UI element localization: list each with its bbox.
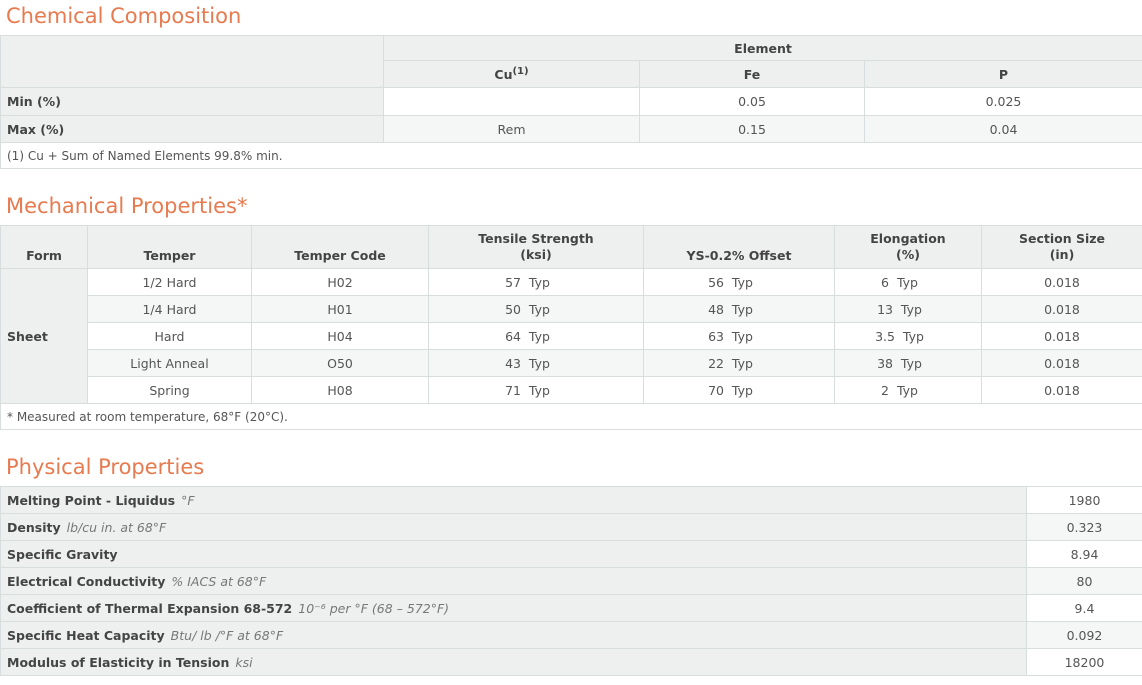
- tensile-cell: 64 Typ: [429, 323, 644, 350]
- table-row: 1/4 HardH0150 Typ48 Typ13 Typ0.018: [1, 296, 1142, 323]
- property-label: Modulus of Elasticity in Tensionksi: [1, 649, 1027, 676]
- table-row: Coefficient of Thermal Expansion 68-5721…: [1, 595, 1142, 622]
- section-size-cell: 0.018: [982, 323, 1142, 350]
- elongation-cell: 2 Typ: [835, 377, 982, 404]
- chemical-composition-table: Element Cu(1) Fe P Min (%) 0.05 0.025 Ma…: [0, 35, 1142, 169]
- temper-code-cell: H02: [252, 269, 429, 296]
- property-value: 1980: [1027, 487, 1142, 514]
- table-row: Sheet1/2 HardH0257 Typ56 Typ6 Typ0.018: [1, 269, 1142, 296]
- physical-properties-title: Physical Properties: [0, 452, 1142, 482]
- ys-cell: 48 Typ: [644, 296, 835, 323]
- temper-code-cell: O50: [252, 350, 429, 377]
- property-unit: °F: [181, 493, 194, 508]
- tensile-cell: 57 Typ: [429, 269, 644, 296]
- section-size-cell: 0.018: [982, 350, 1142, 377]
- temper-code-cell: H01: [252, 296, 429, 323]
- physical-properties-table: Melting Point - Liquidus°F1980Densitylb/…: [0, 486, 1142, 676]
- elongation-cell: 6 Typ: [835, 269, 982, 296]
- row-label-min: Min (%): [1, 88, 384, 116]
- column-header-section-size: Section Size(in): [982, 226, 1142, 269]
- mechanical-properties-table: Form Temper Temper Code Tensile Strength…: [0, 225, 1142, 430]
- table-row: Min (%) 0.05 0.025: [1, 88, 1142, 116]
- property-unit: % IACS at 68°F: [171, 574, 266, 589]
- cell-max-cu: Rem: [384, 116, 640, 143]
- table-row: Melting Point - Liquidus°F1980: [1, 487, 1142, 514]
- ys-cell: 63 Typ: [644, 323, 835, 350]
- column-header-form: Form: [1, 226, 88, 269]
- column-header-elongation: Elongation(%): [835, 226, 982, 269]
- ys-cell: 70 Typ: [644, 377, 835, 404]
- form-cell-sheet: Sheet: [1, 269, 88, 404]
- temper-cell: Hard: [88, 323, 252, 350]
- mechanical-footnote: * Measured at room temperature, 68°F (20…: [1, 404, 1142, 430]
- temper-cell: Spring: [88, 377, 252, 404]
- ys-cell: 56 Typ: [644, 269, 835, 296]
- property-label: Specific Heat CapacityBtu/ lb /°F at 68°…: [1, 622, 1027, 649]
- property-label: Coefficient of Thermal Expansion 68-5721…: [1, 595, 1027, 622]
- elongation-cell: 38 Typ: [835, 350, 982, 377]
- mechanical-properties-title: Mechanical Properties*: [0, 191, 1142, 221]
- element-header: Element: [384, 36, 1142, 61]
- table-row: HardH0464 Typ63 Typ3.5 Typ0.018: [1, 323, 1142, 350]
- column-header-tensile: Tensile Strength(ksi): [429, 226, 644, 269]
- column-header-fe: Fe: [640, 61, 865, 88]
- cell-min-fe: 0.05: [640, 88, 865, 116]
- section-size-cell: 0.018: [982, 377, 1142, 404]
- table-row: Specific Gravity8.94: [1, 541, 1142, 568]
- section-size-cell: 0.018: [982, 269, 1142, 296]
- temper-cell: 1/2 Hard: [88, 269, 252, 296]
- ys-cell: 22 Typ: [644, 350, 835, 377]
- property-label: Densitylb/cu in. at 68°F: [1, 514, 1027, 541]
- property-value: 8.94: [1027, 541, 1142, 568]
- table-row: Light AnnealO5043 Typ22 Typ38 Typ0.018: [1, 350, 1142, 377]
- table-row: SpringH0871 Typ70 Typ2 Typ0.018: [1, 377, 1142, 404]
- column-header-temper-code: Temper Code: [252, 226, 429, 269]
- property-unit: ksi: [235, 655, 252, 670]
- elongation-cell: 3.5 Typ: [835, 323, 982, 350]
- cell-min-cu: [384, 88, 640, 116]
- table-row: Specific Heat CapacityBtu/ lb /°F at 68°…: [1, 622, 1142, 649]
- property-value: 0.092: [1027, 622, 1142, 649]
- row-label-max: Max (%): [1, 116, 384, 143]
- property-value: 0.323: [1027, 514, 1142, 541]
- chemical-composition-title: Chemical Composition: [0, 1, 1142, 31]
- column-header-ys: YS-0.2% Offset: [644, 226, 835, 269]
- property-value: 9.4: [1027, 595, 1142, 622]
- elongation-cell: 13 Typ: [835, 296, 982, 323]
- tensile-cell: 71 Typ: [429, 377, 644, 404]
- property-unit: 10⁻⁶ per °F (68 – 572°F): [298, 601, 449, 616]
- cell-min-p: 0.025: [865, 88, 1142, 116]
- temper-code-cell: H04: [252, 323, 429, 350]
- column-header-temper: Temper: [88, 226, 252, 269]
- property-value: 80: [1027, 568, 1142, 595]
- cell-max-p: 0.04: [865, 116, 1142, 143]
- property-label: Specific Gravity: [1, 541, 1027, 568]
- table-row: Electrical Conductivity% IACS at 68°F80: [1, 568, 1142, 595]
- tensile-cell: 43 Typ: [429, 350, 644, 377]
- tensile-cell: 50 Typ: [429, 296, 644, 323]
- property-unit: Btu/ lb /°F at 68°F: [171, 628, 283, 643]
- property-value: 18200: [1027, 649, 1142, 676]
- cell-max-fe: 0.15: [640, 116, 865, 143]
- property-label: Melting Point - Liquidus°F: [1, 487, 1027, 514]
- table-row: Densitylb/cu in. at 68°F0.323: [1, 514, 1142, 541]
- table-row: Max (%) Rem 0.15 0.04: [1, 116, 1142, 143]
- section-size-cell: 0.018: [982, 296, 1142, 323]
- chemical-footnote: (1) Cu + Sum of Named Elements 99.8% min…: [1, 143, 1142, 169]
- temper-cell: 1/4 Hard: [88, 296, 252, 323]
- temper-code-cell: H08: [252, 377, 429, 404]
- property-label: Electrical Conductivity% IACS at 68°F: [1, 568, 1027, 595]
- cu-footnote-mark: (1): [512, 66, 528, 77]
- table-row: Modulus of Elasticity in Tensionksi18200: [1, 649, 1142, 676]
- property-unit: lb/cu in. at 68°F: [67, 520, 167, 535]
- column-header-p: P: [865, 61, 1142, 88]
- temper-cell: Light Anneal: [88, 350, 252, 377]
- column-header-cu: Cu(1): [384, 61, 640, 88]
- empty-corner-cell: [1, 36, 384, 88]
